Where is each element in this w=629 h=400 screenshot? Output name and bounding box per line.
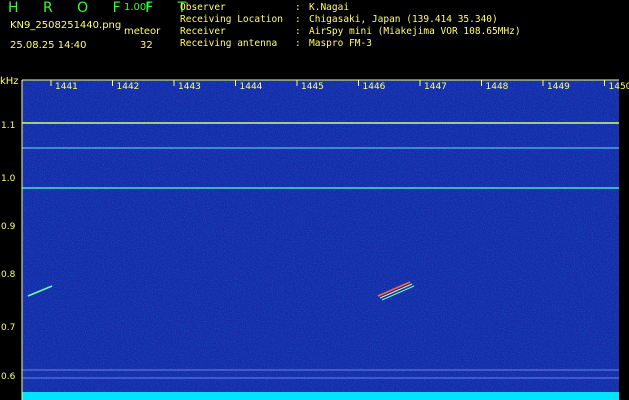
noise-texture [22,80,619,392]
x-tick-label: 1446 [363,82,386,92]
x-tick-label: 1445 [301,82,324,92]
y-tick-label: 0.9 [1,222,16,232]
y-tick-label: 0.7 [1,323,15,333]
header-panel: H R O F F T 1.00f KN9_2508251440.png 25.… [0,0,629,76]
bottom-band [22,392,619,400]
meteor-label: meteor [124,26,161,37]
x-tick-label: 1449 [547,82,570,92]
meteor-count: 32 [140,40,153,51]
y-axis-ticks: 1.1 1.0 0.9 0.8 0.7 0.6 [1,121,16,382]
info-row-observer: Observer: K.Nagai [180,2,350,13]
y-tick-label: 0.8 [1,270,16,280]
x-tick-label: 1443 [178,82,201,92]
file-name: KN9_2508251440.png [10,20,122,31]
y-tick-label: 1.0 [1,174,16,184]
version-label: 1.00f [124,2,150,13]
x-tick-label: 1450 [609,82,629,92]
date-time: 25.08.25 14:40 [10,40,87,51]
y-tick-label: 0.6 [1,372,16,382]
x-tick-label: 1442 [117,82,140,92]
info-row-antenna: Receiving antenna: Maspro FM-3 [180,38,372,49]
station-info: Observer: K.Nagai Receiving Location: Chig… [180,2,521,50]
x-tick-label: 1447 [424,82,447,92]
x-tick-label: 1444 [240,82,263,92]
info-row-receiver: Receiver: AirSpy mini (Miakejima VOR 108.… [180,26,521,37]
x-tick-label: 1441 [55,82,78,92]
x-tick-label: 1448 [486,82,509,92]
y-unit-label: kHz [0,76,19,87]
info-row-location: Receiving Location: Chigasaki, Japan (139… [180,14,498,25]
app-brand: H R O F F T [8,0,197,16]
spectrogram-plot: kHz 1.1 1.0 0.9 0.8 0.7 0.6 1441 1442 1443 1444 1… [0,76,629,400]
y-tick-label: 1.1 [1,121,15,131]
